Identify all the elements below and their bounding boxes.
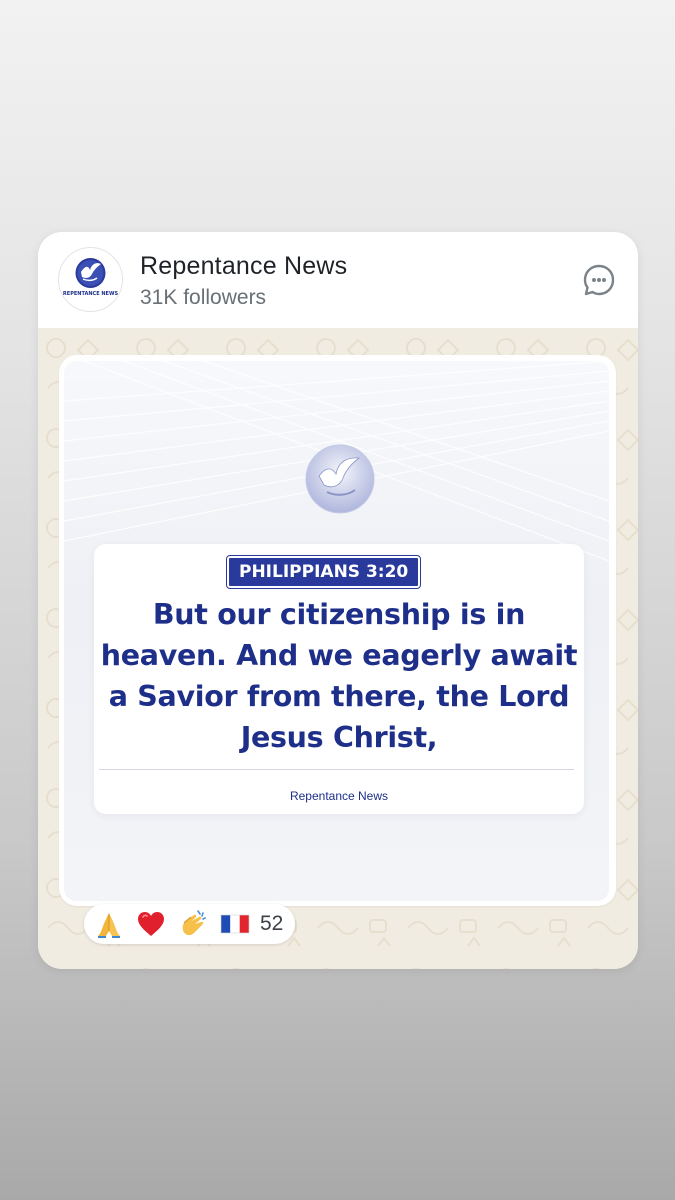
post-image[interactable]: PHILIPPIANS 3:20 But our citizenship is … — [64, 361, 609, 901]
verse-reference: PHILIPPIANS 3:20 — [225, 555, 422, 589]
france-flag-icon[interactable] — [220, 909, 250, 939]
share-channel-icon[interactable] — [582, 263, 616, 297]
reactions-bar[interactable]: 52 — [84, 904, 296, 944]
divider — [99, 769, 574, 770]
avatar-caption: REPENTANCE NEWS — [63, 291, 119, 297]
heart-emoji-icon[interactable] — [136, 909, 166, 939]
verse-text: But our citizenship is in heaven. And we… — [100, 598, 578, 754]
verse-card: PHILIPPIANS 3:20 But our citizenship is … — [94, 544, 584, 814]
channel-name[interactable]: Repentance News — [140, 252, 347, 281]
post-signature: Repentance News — [289, 789, 389, 803]
channel-header[interactable]: REPENTANCE NEWS Repentance News 31K foll… — [38, 232, 638, 328]
channel-post-card: REPENTANCE NEWS Repentance News 31K foll… — [38, 232, 638, 969]
channel-avatar[interactable]: REPENTANCE NEWS — [58, 247, 123, 312]
followers-count: 31K followers — [140, 286, 267, 309]
reaction-count[interactable]: 52 — [260, 912, 283, 936]
dove-logo-icon — [305, 444, 375, 514]
clap-emoji-icon[interactable] — [178, 909, 208, 939]
pray-emoji-icon[interactable] — [94, 909, 124, 939]
